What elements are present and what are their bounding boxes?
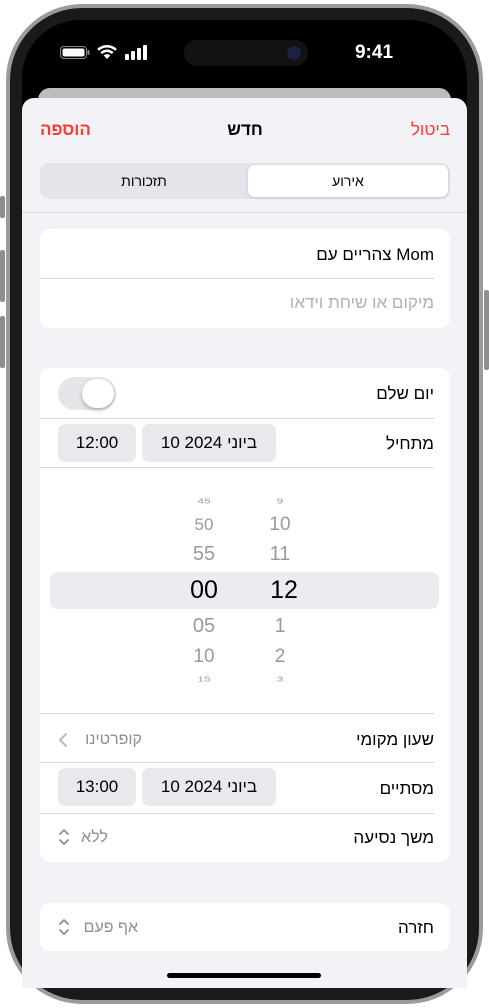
schedule-divider-5 (40, 813, 434, 814)
header-divider (22, 212, 467, 213)
status-time: 9:41 (354, 42, 394, 63)
travel-time-label: משך נסיעה (353, 828, 434, 847)
picker-minute-item: 05 (192, 615, 216, 637)
volume-up-button (0, 250, 5, 302)
ends-label: מסתיים (379, 779, 434, 798)
chevron-up-down-icon[interactable] (58, 918, 70, 936)
end-date-button[interactable]: 10 ביוני 2024 (142, 768, 276, 806)
repeat-label: חזרה (397, 918, 434, 937)
cancel-button[interactable]: ביטול (380, 118, 450, 142)
picker-hour-selected: 12 (270, 576, 298, 604)
power-button (484, 290, 489, 370)
picker-minute-item: 10 (193, 646, 215, 667)
location-field[interactable]: מיקום או שיחת וידאו (60, 291, 434, 315)
end-time-button[interactable]: 13:00 (58, 768, 136, 806)
segment-event[interactable]: אירוע (248, 165, 448, 197)
schedule-divider-3 (40, 713, 434, 714)
starts-label: מתחיל (385, 434, 434, 453)
add-button[interactable]: הוספה (40, 118, 110, 142)
schedule-divider-1 (40, 418, 434, 419)
segment-reminders[interactable]: תזכורות (42, 165, 246, 197)
picker-hour-item: 11 (269, 543, 291, 565)
repeat-value[interactable]: אף פעם (60, 916, 138, 940)
picker-hour-item: 9 (276, 496, 284, 506)
time-picker[interactable]: 9 10 11 12 1 2 3 45 50 55 00 05 10 15 (150, 480, 340, 692)
all-day-label: יום שלם (376, 384, 434, 403)
timezone-label: שעון מקומי (356, 730, 434, 749)
picker-minute-item: 15 (197, 674, 211, 684)
all-day-toggle-knob (82, 379, 114, 408)
details-divider (40, 278, 434, 279)
timezone-value[interactable]: קופרטינו (60, 728, 142, 752)
picker-hour-item: 3 (276, 674, 284, 684)
home-indicator[interactable] (167, 973, 321, 978)
picker-minute-item: 55 (192, 543, 216, 565)
title-field[interactable]: צהריים עם Mom (60, 243, 434, 267)
chevron-left-icon[interactable] (58, 732, 68, 748)
picker-minute-item: 45 (197, 496, 211, 506)
picker-hour-item: 10 (269, 514, 291, 535)
camera-icon (287, 46, 301, 60)
picker-hour-item: 1 (274, 615, 286, 637)
start-time-button[interactable]: 12:00 (58, 424, 136, 462)
wifi-icon (96, 44, 118, 60)
schedule-divider-2 (40, 467, 434, 468)
battery-icon (60, 46, 90, 59)
chevron-up-down-icon[interactable] (58, 828, 70, 846)
picker-minute-item: 50 (194, 515, 214, 534)
volume-down-button (0, 316, 5, 368)
start-date-button[interactable]: 10 ביוני 2024 (142, 424, 276, 462)
schedule-divider-4 (40, 762, 434, 763)
picker-minute-selected: 00 (190, 576, 218, 604)
picker-hour-item: 2 (274, 646, 286, 667)
cellular-signal-icon (125, 45, 147, 60)
side-button (0, 196, 5, 218)
sheet-title: חדש (227, 120, 263, 139)
